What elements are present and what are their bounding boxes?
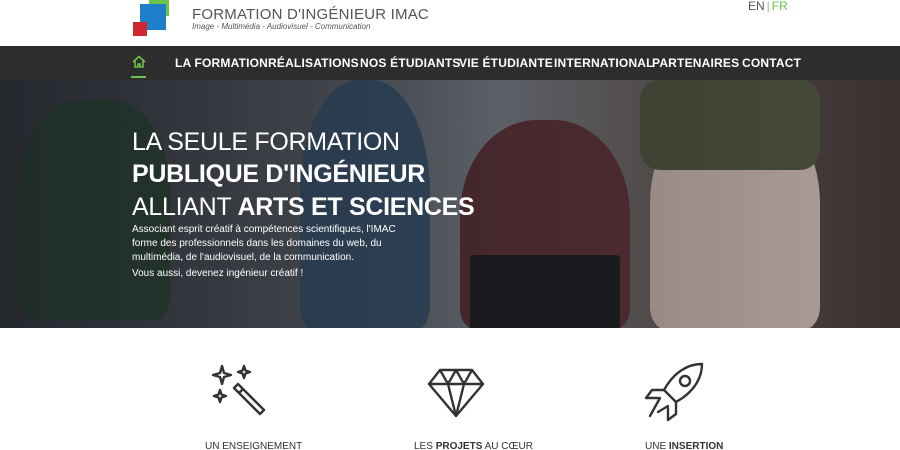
hero-headline-line-3-b: arts et sciences	[237, 193, 475, 221]
nav-item-la-formation[interactable]: La Formation	[175, 56, 268, 70]
feature-label-projets: Les projets au cœur	[414, 441, 533, 450]
home-icon[interactable]	[131, 54, 147, 70]
feature-label-projets-a: Les	[414, 441, 436, 450]
hero-headline-line-3: alliant arts et sciences	[132, 193, 475, 222]
hero-banner: La seule formation publique d'ingénieur …	[0, 80, 900, 328]
language-switcher: EN | FR	[748, 0, 788, 13]
rocket-icon	[644, 362, 704, 422]
hero-headline-line-3-a: alliant	[132, 193, 238, 221]
features-section: Un enseignement Les projets au cœur Une …	[0, 328, 900, 450]
diamond-icon	[427, 368, 485, 418]
feature-label-insertion: Une insertion	[645, 441, 723, 450]
logo-square-red	[133, 22, 147, 36]
feature-label-enseignement: Un enseignement	[205, 441, 302, 450]
feature-label-projets-c: au cœur	[482, 441, 533, 450]
nav-item-realisations[interactable]: Réalisations	[268, 56, 359, 70]
magic-wand-icon	[211, 364, 266, 416]
imac-logo[interactable]	[133, 0, 175, 38]
nav-item-contact[interactable]: Contact	[742, 56, 801, 70]
hero-cta-text: Vous aussi, devenez ingénieur créatif !	[132, 268, 304, 279]
lang-separator: |	[766, 0, 770, 13]
nav-item-vie-etudiante[interactable]: Vie étudiante	[459, 56, 553, 70]
nav-item-nos-etudiants[interactable]: Nos étudiants	[360, 56, 461, 70]
hero-description: Associant esprit créatif à compétences s…	[132, 224, 396, 263]
main-nav: La Formation Réalisations Nos étudiants …	[0, 46, 900, 80]
hero-headline-line-1: La seule formation	[132, 128, 400, 156]
feature-label-insertion-b: insertion	[668, 441, 724, 450]
brand-subtitle: Image - Multimédia - Audiovisuel - Commu…	[192, 22, 371, 31]
home-active-indicator	[131, 76, 146, 78]
brand-title[interactable]: Formation d'ingénieur IMAC	[192, 6, 429, 23]
site-header: Formation d'ingénieur IMAC Image - Multi…	[0, 0, 900, 46]
nav-item-partenaires[interactable]: Partenaires	[652, 56, 739, 70]
feature-label-insertion-a: Une	[645, 441, 669, 450]
lang-en-link[interactable]: EN	[748, 0, 765, 13]
feature-label-projets-b: projets	[435, 441, 483, 450]
feature-label-enseignement-text: Un enseignement	[205, 441, 303, 450]
nav-item-international[interactable]: International	[554, 56, 654, 70]
lang-fr-link[interactable]: FR	[772, 0, 788, 13]
hero-headline-line-2: publique d'ingénieur	[132, 160, 426, 188]
